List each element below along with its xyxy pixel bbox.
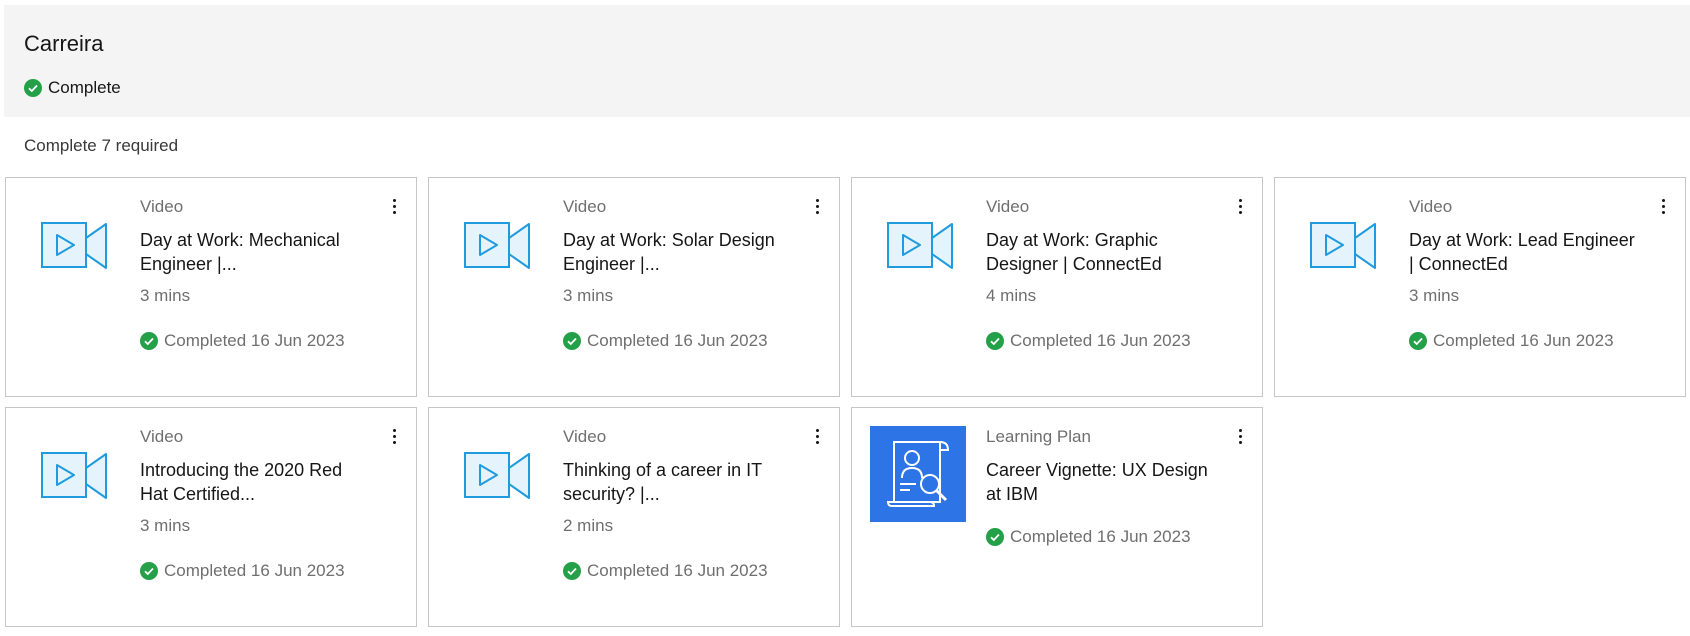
- card-completed-label: Completed 16 Jun 2023: [164, 561, 345, 580]
- card-duration: 3 mins: [1409, 286, 1460, 305]
- card-completed-status: Completed 16 Jun 2023: [986, 527, 1191, 547]
- card-completed-status: Completed 16 Jun 2023: [1409, 331, 1614, 351]
- card-completed-label: Completed 16 Jun 2023: [587, 331, 768, 350]
- content-card[interactable]: Video Day at Work: Lead Engineer | Conne…: [1274, 177, 1686, 397]
- card-type: Video: [986, 197, 1030, 216]
- overflow-menu-button[interactable]: [386, 424, 402, 448]
- overflow-menu-button[interactable]: [1232, 424, 1248, 448]
- video-camera-icon: [41, 452, 107, 499]
- section-title: Carreira: [24, 31, 104, 56]
- card-completed-status: Completed 16 Jun 2023: [140, 331, 345, 351]
- content-card[interactable]: Learning Plan Career Vignette: UX Design…: [851, 407, 1263, 627]
- card-completed-status: Completed 16 Jun 2023: [986, 331, 1191, 351]
- overflow-menu-button[interactable]: [1655, 194, 1671, 218]
- learning-plan-thumbnail: [870, 426, 966, 522]
- card-completed-label: Completed 16 Jun 2023: [1010, 527, 1191, 546]
- card-completed-label: Completed 16 Jun 2023: [1433, 331, 1614, 350]
- check-circle-icon: [563, 332, 581, 350]
- learning-plan-icon: [886, 441, 950, 507]
- card-title[interactable]: Introducing the 2020 Red Hat Certified..…: [140, 458, 370, 506]
- check-circle-icon: [140, 562, 158, 580]
- card-title[interactable]: Career Vignette: UX Design at IBM: [986, 458, 1216, 506]
- check-circle-icon: [986, 332, 1004, 350]
- video-camera-icon: [464, 452, 530, 499]
- card-duration: 4 mins: [986, 286, 1037, 305]
- section-status: Complete: [24, 78, 121, 98]
- card-type: Video: [140, 197, 184, 216]
- content-card[interactable]: Video Introducing the 2020 Red Hat Certi…: [5, 407, 417, 627]
- card-type: Video: [563, 197, 607, 216]
- card-completed-status: Completed 16 Jun 2023: [140, 561, 345, 581]
- card-duration: 3 mins: [140, 516, 191, 535]
- card-type: Video: [140, 427, 184, 446]
- check-circle-icon: [140, 332, 158, 350]
- card-type: Learning Plan: [986, 427, 1091, 446]
- overflow-menu-button[interactable]: [386, 194, 402, 218]
- overflow-menu-button[interactable]: [809, 424, 825, 448]
- content-card[interactable]: Video Day at Work: Graphic Designer | Co…: [851, 177, 1263, 397]
- section-header: Carreira Complete: [4, 5, 1690, 117]
- card-grid: Video Day at Work: Mechanical Engineer |…: [5, 177, 1686, 627]
- card-type: Video: [563, 427, 607, 446]
- overflow-menu-button[interactable]: [809, 194, 825, 218]
- check-circle-icon: [24, 79, 42, 97]
- card-duration: 3 mins: [140, 286, 191, 305]
- card-title[interactable]: Day at Work: Graphic Designer | ConnectE…: [986, 228, 1216, 276]
- card-completed-label: Completed 16 Jun 2023: [587, 561, 768, 580]
- card-completed-label: Completed 16 Jun 2023: [1010, 331, 1191, 350]
- card-completed-status: Completed 16 Jun 2023: [563, 331, 768, 351]
- content-card[interactable]: Video Day at Work: Mechanical Engineer |…: [5, 177, 417, 397]
- card-title[interactable]: Day at Work: Solar Design Engineer |...: [563, 228, 793, 276]
- card-duration: 2 mins: [563, 516, 614, 535]
- content-card[interactable]: Video Day at Work: Solar Design Engineer…: [428, 177, 840, 397]
- card-type: Video: [1409, 197, 1453, 216]
- content-card[interactable]: Video Thinking of a career in IT securit…: [428, 407, 840, 627]
- card-completed-status: Completed 16 Jun 2023: [563, 561, 768, 581]
- video-camera-icon: [1310, 222, 1376, 269]
- video-camera-icon: [887, 222, 953, 269]
- check-circle-icon: [563, 562, 581, 580]
- card-title[interactable]: Thinking of a career in IT security? |..…: [563, 458, 793, 506]
- card-title[interactable]: Day at Work: Mechanical Engineer |...: [140, 228, 370, 276]
- required-count: Complete 7 required: [24, 136, 179, 155]
- section-status-label: Complete: [48, 78, 121, 97]
- card-completed-label: Completed 16 Jun 2023: [164, 331, 345, 350]
- check-circle-icon: [1409, 332, 1427, 350]
- card-title[interactable]: Day at Work: Lead Engineer | ConnectEd: [1409, 228, 1639, 276]
- video-camera-icon: [41, 222, 107, 269]
- video-camera-icon: [464, 222, 530, 269]
- overflow-menu-button[interactable]: [1232, 194, 1248, 218]
- check-circle-icon: [986, 528, 1004, 546]
- card-duration: 3 mins: [563, 286, 614, 305]
